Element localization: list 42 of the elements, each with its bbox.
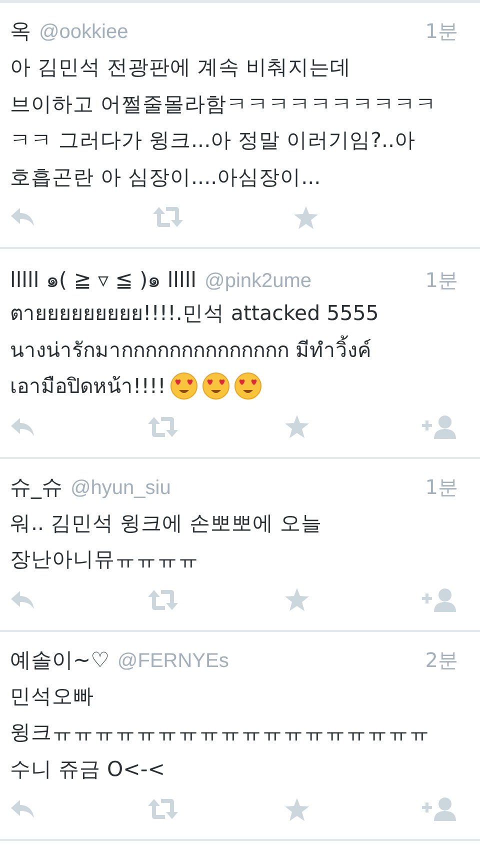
tweet-card[interactable]: 슈_슈 @hyun_siu 1분 워.. 김민석 윙크에 손뽀뽀에 오늘 장난아니뮤ㅠㅠㅠㅠ xyxy=(0,458,480,632)
user-name: 옥 xyxy=(10,18,31,45)
retweet-icon[interactable] xyxy=(147,798,180,820)
tweet-text: 아 김민석 전광판에 계속 비춰지는데 xyxy=(10,54,352,81)
follow-icon[interactable] xyxy=(422,797,458,821)
tweet-text: 수니 쥬금 O<-< xyxy=(10,756,165,782)
retweet-icon[interactable] xyxy=(147,588,180,610)
retweet-icon[interactable] xyxy=(147,416,180,438)
tweet-text: นางน่ารักมากกกกกกกกกกกกกก มีทำวิ้งค์ xyxy=(10,332,372,368)
tweet-time: 1분 xyxy=(425,474,458,500)
reply-icon[interactable] xyxy=(10,207,36,227)
reply-icon[interactable] xyxy=(10,416,36,436)
tweet-text: 민석오빠 xyxy=(10,682,94,710)
star-icon[interactable] xyxy=(284,798,309,820)
tweet-card[interactable]: lllll ๑( ≧ ▿ ≦ )๑ lllll @pink2ume 1분 ตายยยยยยยยย!!!!.민석 attacked 5555 นางน่ารักมากกกกกกกกกกกกกก มีทำวิ้งค์ เอามือปิดหน้า!!!! xyxy=(0,249,480,458)
heart-eyes-emoji-icon xyxy=(202,372,230,400)
tweet-text: 브이하고 어쩔줄몰라함ㅋㅋㅋㅋㅋㅋㅋㅋㅋㅋ xyxy=(10,90,437,118)
user-name: 슈_슈 xyxy=(10,474,62,500)
tweet-text: 워.. 김민석 윙크에 손뽀뽀에 오늘 xyxy=(10,510,322,536)
tweet-time: 2분 xyxy=(425,646,458,674)
tweet-text: ㅋㅋ 그러다가 윙크...아 정말 이러기임?..아 xyxy=(10,127,416,154)
tweet-time: 1분 xyxy=(425,267,458,294)
reply-icon[interactable] xyxy=(10,590,36,610)
follow-icon[interactable] xyxy=(422,414,458,438)
user-name: 예솔이~♡ xyxy=(10,646,110,674)
tweet-text: 호흡곤란 아 심장이....아심장이... xyxy=(10,164,321,190)
tweet-text: 장난아니뮤ㅠㅠㅠㅠ xyxy=(10,546,199,573)
follow-icon[interactable] xyxy=(422,588,458,612)
tweet-text: เอามือปิดหน้า!!!! xyxy=(10,373,166,400)
retweet-icon[interactable] xyxy=(152,206,184,228)
heart-eyes-emoji-icon xyxy=(170,372,198,400)
tweet-text: 윙크ㅠㅠㅠㅠㅠㅠㅠㅠㅠㅠㅠㅠㅠㅠㅠㅠㅠㅠ xyxy=(10,719,430,746)
star-icon[interactable] xyxy=(294,206,318,228)
tweet-time: 1분 xyxy=(425,18,458,45)
reply-icon[interactable] xyxy=(10,799,36,819)
user-name: lllll ๑( ≧ ▿ ≦ )๑ lllll xyxy=(10,267,197,294)
tweet-text: ตายยยยยยยยย!!!!.민석 attacked 5555 xyxy=(10,300,379,327)
tweet-card[interactable]: 예솔이~♡ @FERNYEs 2분 민석오빠 윙크ㅠㅠㅠㅠㅠㅠㅠㅠㅠㅠㅠㅠㅠㅠㅠㅠㅠㅠ 수니 쥬금 O<-< xyxy=(0,632,480,841)
star-icon[interactable] xyxy=(284,415,309,438)
tweet-card[interactable]: 옥 @ookkiee 1분 아 김민석 전광판에 계속 비춰지는데 브이하고 어쩔줄몰라함ㅋㅋㅋㅋㅋㅋㅋㅋㅋㅋ ㅋㅋ 그러다가 윙크...아 정말 이러기임?..아 호흡곤란 아 심장이....아심장이... xyxy=(0,3,480,249)
star-icon[interactable] xyxy=(284,588,309,611)
heart-eyes-emoji-icon xyxy=(234,372,262,400)
